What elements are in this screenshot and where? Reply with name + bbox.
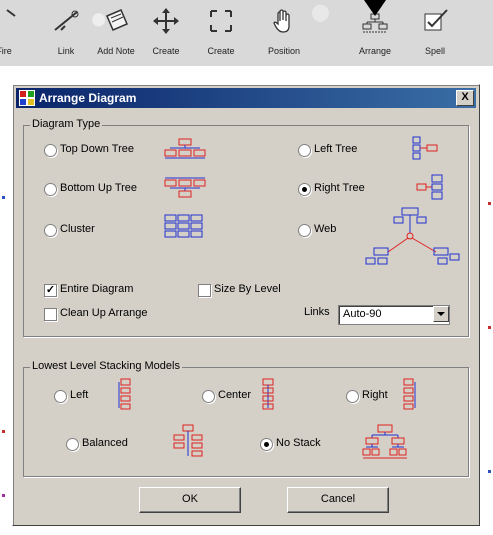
stack-left-diagram-icon xyxy=(118,378,131,410)
entire-diagram-label: Entire Diagram xyxy=(60,283,134,295)
toolbar-fire-button[interactable]: Fire xyxy=(0,2,34,64)
stack-balanced-label: Balanced xyxy=(82,437,128,449)
bottom-up-tree-label: Bottom Up Tree xyxy=(60,182,138,194)
cancel-button[interactable]: Cancel xyxy=(287,487,389,513)
top-down-tree-diagram-icon xyxy=(164,138,206,159)
toolbar-position-button[interactable]: Position xyxy=(254,2,314,64)
right-tree-label: Right Tree xyxy=(314,182,365,194)
entire-diagram-checkbox[interactable]: ✓ xyxy=(44,284,57,297)
toolbar-label: Position xyxy=(267,46,301,56)
bottom-up-tree-diagram-icon xyxy=(164,177,206,198)
no-stack-diagram-icon xyxy=(362,424,407,459)
stacking-models-group: Lowest Level Stacking Models Left Center… xyxy=(23,360,469,477)
web-radio[interactable] xyxy=(298,224,311,237)
ok-button[interactable]: OK xyxy=(139,487,241,513)
no-stack-label: No Stack xyxy=(276,437,321,449)
stack-right-label: Right xyxy=(362,389,388,401)
background-mark xyxy=(488,470,491,473)
link-icon xyxy=(54,10,79,31)
diagram-type-legend: Diagram Type xyxy=(30,118,103,130)
clean-up-arrange-checkbox[interactable] xyxy=(44,308,57,321)
fire-icon xyxy=(6,9,16,17)
toolbar-label: Spell xyxy=(424,46,445,56)
toolbar-label: Fire xyxy=(0,46,12,56)
toolbar-label: Arrange xyxy=(358,46,392,56)
web-label: Web xyxy=(314,223,337,235)
background-mark xyxy=(2,196,5,199)
cluster-diagram-icon xyxy=(164,214,203,238)
right-tree-diagram-icon xyxy=(416,174,443,200)
pointer-arrow-icon xyxy=(364,0,386,16)
background-mark xyxy=(2,494,5,497)
hand-icon xyxy=(273,9,290,33)
stack-balanced-diagram-icon xyxy=(173,424,203,457)
no-stack-radio[interactable] xyxy=(260,438,273,451)
expand-icon xyxy=(210,10,232,32)
right-tree-radio[interactable] xyxy=(298,183,311,196)
spell-check-icon xyxy=(424,9,448,31)
move-cross-icon xyxy=(153,8,179,34)
cluster-radio[interactable] xyxy=(44,224,57,237)
stack-left-label: Left xyxy=(70,389,89,401)
toolbar-spell-button[interactable]: Spell xyxy=(405,2,465,64)
cluster-label: Cluster xyxy=(60,223,95,235)
links-value: Auto-90 xyxy=(343,308,382,320)
stack-center-diagram-icon xyxy=(262,378,274,410)
background-mark xyxy=(488,202,491,205)
stack-center-label: Center xyxy=(218,389,252,401)
size-by-level-checkbox[interactable] xyxy=(198,284,211,297)
stacking-models-legend: Lowest Level Stacking Models xyxy=(30,360,182,372)
left-tree-diagram-icon xyxy=(412,136,438,160)
stack-right-diagram-icon xyxy=(403,378,416,410)
title-bar[interactable]: Arrange Diagram X xyxy=(16,88,476,108)
stack-center-radio[interactable] xyxy=(202,390,215,403)
background-mark xyxy=(488,326,491,329)
toolbar: Fire Link Add Note Create Create Positio… xyxy=(0,0,493,66)
clean-up-arrange-label: Clean Up Arrange xyxy=(60,307,148,319)
close-button[interactable]: X xyxy=(456,90,474,106)
stack-left-radio[interactable] xyxy=(54,390,67,403)
left-tree-radio[interactable] xyxy=(298,144,311,157)
toolbar-create-button-2[interactable]: Create xyxy=(191,2,251,64)
links-select[interactable]: Auto-90 xyxy=(338,305,450,325)
chevron-down-icon[interactable] xyxy=(433,306,449,322)
app-icon xyxy=(19,90,35,106)
toolbar-label: Create xyxy=(152,46,180,56)
note-icon xyxy=(106,9,128,31)
top-down-tree-label: Top Down Tree xyxy=(60,143,134,155)
size-by-level-label: Size By Level xyxy=(214,283,281,295)
web-diagram-icon xyxy=(365,207,460,265)
toolbar-create-button-1[interactable]: Create xyxy=(136,2,196,64)
toolbar-label: Create xyxy=(207,46,235,56)
links-label: Links xyxy=(304,306,330,318)
top-down-tree-radio[interactable] xyxy=(44,144,57,157)
stack-balanced-radio[interactable] xyxy=(66,438,79,451)
dialog-title: Arrange Diagram xyxy=(39,91,137,105)
background-mark xyxy=(2,430,5,433)
arrange-diagram-dialog: Arrange Diagram X Diagram Type Top Down … xyxy=(12,84,480,526)
bottom-up-tree-radio[interactable] xyxy=(44,183,57,196)
left-tree-label: Left Tree xyxy=(314,143,358,155)
stack-right-radio[interactable] xyxy=(346,390,359,403)
